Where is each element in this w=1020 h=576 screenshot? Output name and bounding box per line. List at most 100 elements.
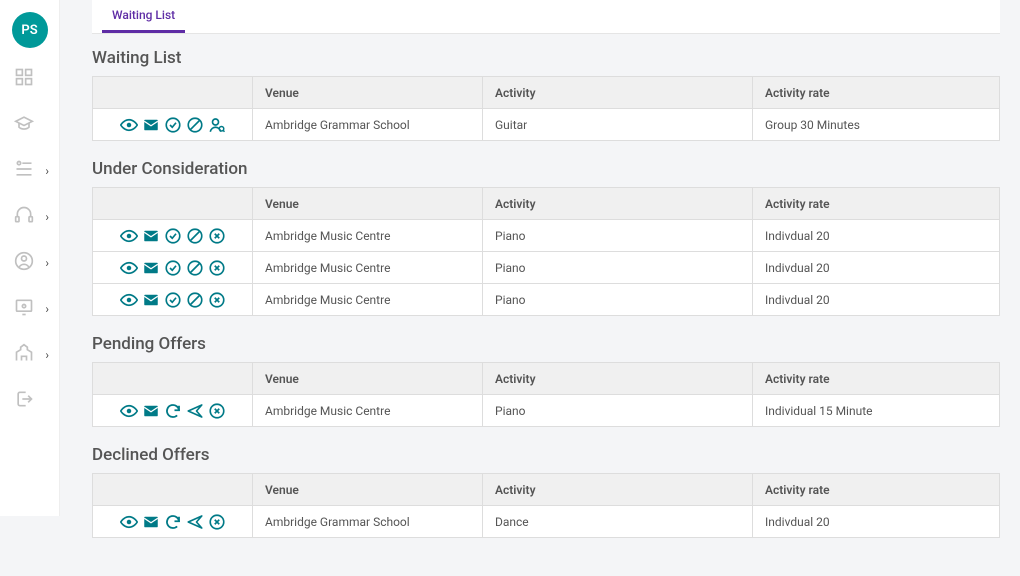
avatar[interactable]: PS bbox=[12, 12, 48, 48]
col-actions bbox=[93, 474, 253, 506]
row-actions bbox=[105, 513, 240, 531]
cell-activity: Guitar bbox=[483, 109, 753, 141]
row-actions bbox=[105, 291, 240, 309]
nav-people[interactable]: › bbox=[0, 156, 59, 186]
nav-support[interactable]: › bbox=[0, 202, 59, 232]
eye-icon[interactable] bbox=[120, 402, 138, 420]
row-actions bbox=[105, 227, 240, 245]
row-actions bbox=[105, 402, 240, 420]
col-activity: Activity bbox=[483, 474, 753, 506]
table: Venue Activity Activity rate Ambridge Mu… bbox=[92, 187, 1000, 316]
tab-bar: Waiting List bbox=[92, 0, 1000, 34]
x-circle-icon[interactable] bbox=[208, 291, 226, 309]
mail-icon[interactable] bbox=[142, 259, 160, 277]
table-row: Ambridge Grammar School Guitar Group 30 … bbox=[93, 109, 1000, 141]
col-actions bbox=[93, 363, 253, 395]
mail-icon[interactable] bbox=[142, 513, 160, 531]
cell-rate: Individual 15 Minute bbox=[753, 395, 1000, 427]
school-icon bbox=[14, 343, 34, 367]
row-actions bbox=[105, 116, 240, 134]
nav-class[interactable]: › bbox=[0, 294, 59, 324]
section-title: Waiting List bbox=[92, 48, 1000, 68]
nav-education[interactable] bbox=[0, 110, 59, 140]
main-content: Waiting List Waiting List Venue Activity… bbox=[72, 0, 1020, 576]
table: Venue Activity Activity rate Ambridge Gr… bbox=[92, 473, 1000, 538]
row-actions bbox=[105, 259, 240, 277]
eye-icon[interactable] bbox=[120, 291, 138, 309]
graduation-icon bbox=[14, 113, 34, 137]
person-search-icon[interactable] bbox=[208, 116, 226, 134]
mail-icon[interactable] bbox=[142, 116, 160, 134]
ban-icon[interactable] bbox=[186, 291, 204, 309]
refresh-icon[interactable] bbox=[164, 513, 182, 531]
cell-rate: Group 30 Minutes bbox=[753, 109, 1000, 141]
nav-dashboard[interactable] bbox=[0, 64, 59, 94]
cell-rate: Indivdual 20 bbox=[753, 284, 1000, 316]
col-rate: Activity rate bbox=[753, 188, 1000, 220]
eye-icon[interactable] bbox=[120, 227, 138, 245]
table-row: Ambridge Music Centre Piano Indivdual 20 bbox=[93, 220, 1000, 252]
nav-school[interactable]: › bbox=[0, 340, 59, 370]
col-rate: Activity rate bbox=[753, 77, 1000, 109]
eye-icon[interactable] bbox=[120, 513, 138, 531]
col-rate: Activity rate bbox=[753, 474, 1000, 506]
cell-activity: Piano bbox=[483, 284, 753, 316]
send-icon[interactable] bbox=[186, 402, 204, 420]
col-rate: Activity rate bbox=[753, 363, 1000, 395]
cell-venue: Ambridge Music Centre bbox=[253, 252, 483, 284]
col-venue: Venue bbox=[253, 474, 483, 506]
col-venue: Venue bbox=[253, 77, 483, 109]
col-venue: Venue bbox=[253, 188, 483, 220]
col-actions bbox=[93, 77, 253, 109]
cell-activity: Piano bbox=[483, 220, 753, 252]
section-title: Declined Offers bbox=[92, 445, 1000, 465]
ban-icon[interactable] bbox=[186, 116, 204, 134]
nav-profile[interactable]: › bbox=[0, 248, 59, 278]
cell-venue: Ambridge Grammar School bbox=[253, 109, 483, 141]
chevron-right-icon: › bbox=[45, 211, 49, 223]
check-circle-icon[interactable] bbox=[164, 259, 182, 277]
grid-icon bbox=[14, 67, 34, 91]
table-row: Ambridge Music Centre Piano Individual 1… bbox=[93, 395, 1000, 427]
refresh-icon[interactable] bbox=[164, 402, 182, 420]
mail-icon[interactable] bbox=[142, 291, 160, 309]
cell-activity: Piano bbox=[483, 395, 753, 427]
mail-icon[interactable] bbox=[142, 402, 160, 420]
x-circle-icon[interactable] bbox=[208, 259, 226, 277]
chevron-right-icon: › bbox=[45, 257, 49, 269]
col-activity: Activity bbox=[483, 363, 753, 395]
eye-icon[interactable] bbox=[120, 116, 138, 134]
cell-activity: Piano bbox=[483, 252, 753, 284]
ban-icon[interactable] bbox=[186, 259, 204, 277]
list-icon bbox=[14, 159, 34, 183]
sidebar: PS › › › › › bbox=[0, 0, 60, 516]
send-icon[interactable] bbox=[186, 513, 204, 531]
chevron-right-icon: › bbox=[45, 303, 49, 315]
chevron-right-icon: › bbox=[45, 349, 49, 361]
check-circle-icon[interactable] bbox=[164, 116, 182, 134]
section-title: Pending Offers bbox=[92, 334, 1000, 354]
check-circle-icon[interactable] bbox=[164, 227, 182, 245]
col-actions bbox=[93, 188, 253, 220]
cell-rate: Indivdual 20 bbox=[753, 506, 1000, 538]
section-title: Under Consideration bbox=[92, 159, 1000, 179]
cell-venue: Ambridge Music Centre bbox=[253, 395, 483, 427]
eye-icon[interactable] bbox=[120, 259, 138, 277]
tab-waiting-list[interactable]: Waiting List bbox=[102, 0, 185, 33]
x-circle-icon[interactable] bbox=[208, 513, 226, 531]
mail-icon[interactable] bbox=[142, 227, 160, 245]
col-venue: Venue bbox=[253, 363, 483, 395]
chevron-right-icon: › bbox=[45, 165, 49, 177]
x-circle-icon[interactable] bbox=[208, 402, 226, 420]
cell-venue: Ambridge Music Centre bbox=[253, 284, 483, 316]
cell-venue: Ambridge Music Centre bbox=[253, 220, 483, 252]
cell-activity: Dance bbox=[483, 506, 753, 538]
nav-logout[interactable] bbox=[0, 386, 59, 416]
x-circle-icon[interactable] bbox=[208, 227, 226, 245]
cell-rate: Indivdual 20 bbox=[753, 252, 1000, 284]
check-circle-icon[interactable] bbox=[164, 291, 182, 309]
col-activity: Activity bbox=[483, 77, 753, 109]
ban-icon[interactable] bbox=[186, 227, 204, 245]
table: Venue Activity Activity rate Ambridge Gr… bbox=[92, 76, 1000, 141]
table-row: Ambridge Music Centre Piano Indivdual 20 bbox=[93, 252, 1000, 284]
